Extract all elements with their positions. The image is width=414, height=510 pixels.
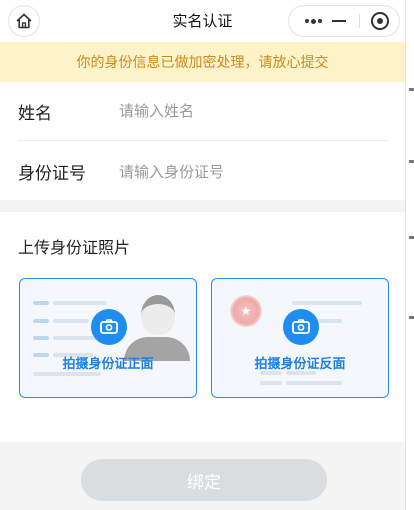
more-dots-icon[interactable]	[299, 6, 327, 36]
card-placeholder-line	[260, 381, 282, 385]
mini-program-capsule	[288, 5, 400, 37]
capsule-divider	[359, 14, 360, 28]
camera-icon[interactable]	[283, 309, 319, 345]
card-placeholder-line	[33, 319, 49, 323]
id-card-back-upload[interactable]: ★ 拍摄身份证反面	[211, 278, 389, 398]
adjacent-window-edge	[405, 0, 414, 510]
encryption-notice: 你的身份信息已做加密处理，请放心提交	[0, 42, 405, 82]
card-placeholder-line	[286, 381, 342, 385]
name-row: 姓名	[18, 82, 388, 141]
id-number-label: 身份证号	[18, 164, 86, 184]
name-label: 姓名	[18, 103, 52, 124]
front-caption: 拍摄身份证正面	[62, 357, 154, 372]
card-placeholder-line	[33, 372, 101, 376]
navigation-bar: 实名认证	[0, 0, 405, 42]
bind-button[interactable]: 绑定	[81, 459, 327, 501]
national-emblem-icon: ★	[230, 295, 262, 327]
back-caption: 拍摄身份证反面	[254, 357, 346, 372]
camera-icon[interactable]	[91, 309, 127, 345]
minimize-icon[interactable]	[332, 20, 346, 22]
name-input[interactable]	[119, 102, 388, 120]
id-photo-upload-section: 上传身份证照片 拍摄身份证正面 ★ 拍摄身份证反面	[0, 212, 405, 442]
card-placeholder-line	[33, 301, 49, 305]
card-placeholder-line	[33, 336, 49, 340]
portrait-head-icon	[141, 295, 175, 335]
upload-title: 上传身份证照片	[18, 238, 131, 257]
id-card-front-upload[interactable]: 拍摄身份证正面	[19, 278, 197, 398]
card-placeholder-line	[53, 301, 107, 305]
card-placeholder-line	[53, 319, 89, 323]
card-placeholder-line	[292, 301, 362, 305]
id-number-row: 身份证号	[18, 142, 388, 201]
identity-form: 姓名 身份证号	[0, 82, 405, 200]
close-circle-icon[interactable]	[371, 12, 389, 30]
id-number-input[interactable]	[119, 162, 388, 181]
